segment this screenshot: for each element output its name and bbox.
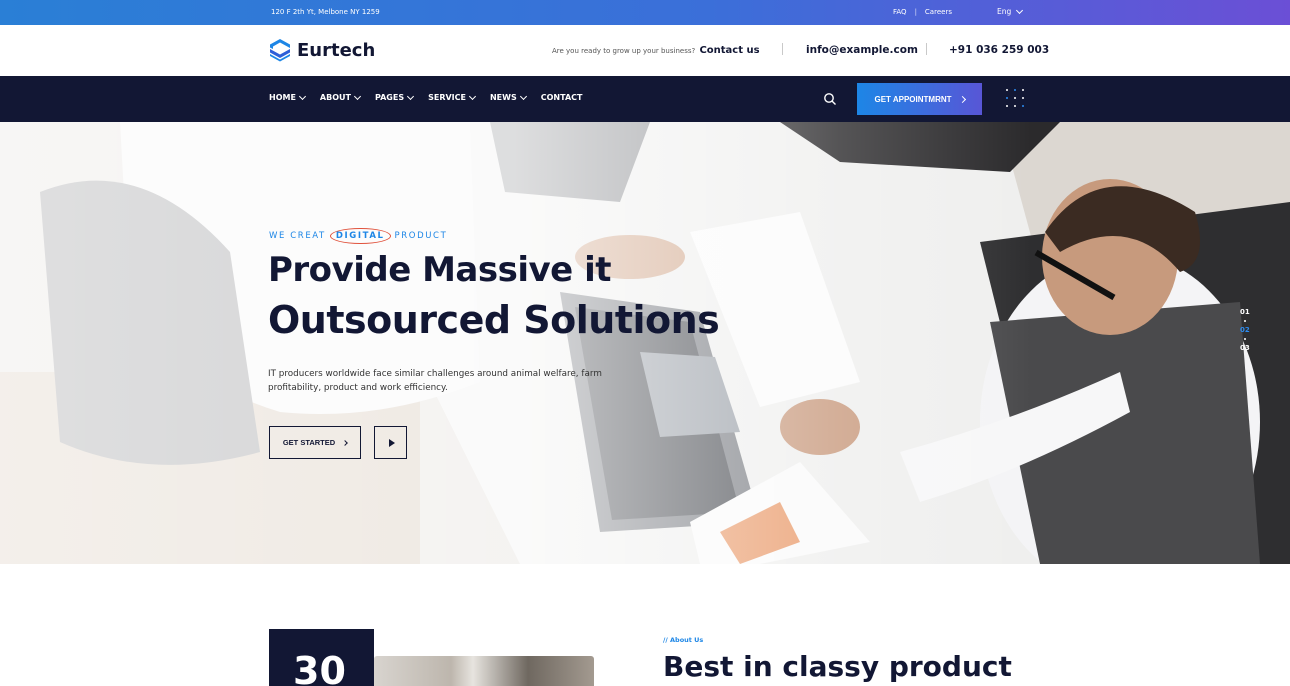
- tagline-highlight: DIGITAL: [329, 228, 391, 244]
- play-video-button[interactable]: [374, 426, 407, 459]
- search-icon[interactable]: [823, 92, 837, 106]
- nav-item-label: SERVICE: [428, 93, 466, 102]
- email-link[interactable]: info@example.com: [806, 44, 918, 56]
- chevron-down-icon: [407, 92, 415, 100]
- chevron-down-icon: [468, 92, 477, 100]
- header-divider: [782, 43, 783, 55]
- careers-link[interactable]: Careers: [925, 8, 952, 16]
- chevron-down-icon: [353, 92, 362, 100]
- top-links: FAQ | Careers: [893, 8, 952, 16]
- chevron-right-icon: [342, 439, 349, 446]
- nav-menu: HOME ABOUT PAGES SERVICE NEWS CONTACT: [269, 92, 597, 102]
- nav-item-service[interactable]: SERVICE: [428, 92, 477, 102]
- nav-item-label: HOME: [269, 93, 296, 102]
- address-text: 120 F 2th Yt, Melbone NY 1259: [271, 8, 380, 16]
- about-title: Best in classy product: [663, 650, 1012, 683]
- nav-item-label: NEWS: [489, 93, 517, 102]
- contact-question: Are you ready to grow up your business?: [552, 47, 696, 55]
- get-appointment-button[interactable]: GET APPOINTMRNT: [857, 83, 982, 115]
- phone-link[interactable]: +91 036 259 003: [949, 44, 1049, 56]
- top-bar: 120 F 2th Yt, Melbone NY 1259 FAQ | Care…: [0, 0, 1290, 25]
- logo[interactable]: Eurtech: [269, 38, 375, 62]
- header-divider: [926, 43, 927, 55]
- tagline-text: WE CREAT: [269, 231, 326, 241]
- pagination-dot: [1243, 320, 1246, 322]
- slide-indicator-2[interactable]: 02: [1240, 326, 1250, 334]
- contact-prompt: Are you ready to grow up your business? …: [552, 45, 760, 56]
- grid-dots-icon[interactable]: [1006, 89, 1026, 109]
- hero-tagline: WE CREAT DIGITAL PRODUCT: [269, 228, 447, 244]
- nav-item-news[interactable]: NEWS: [489, 92, 527, 102]
- contact-us-link[interactable]: Contact us: [699, 45, 759, 56]
- main-nav: HOME ABOUT PAGES SERVICE NEWS CONTACT GE…: [0, 76, 1290, 122]
- nav-item-contact[interactable]: CONTACT: [541, 93, 583, 102]
- tagline-text: PRODUCT: [394, 231, 448, 241]
- hero-description: IT producers worldwide face similar chal…: [268, 369, 602, 393]
- play-icon: [388, 438, 395, 447]
- nav-item-about[interactable]: ABOUT: [319, 92, 362, 102]
- hero-title-line1: Provide Massive it: [268, 250, 611, 290]
- faq-link[interactable]: FAQ: [893, 8, 907, 16]
- about-image: [374, 656, 594, 686]
- chevron-right-icon: [958, 95, 966, 103]
- nav-item-home[interactable]: HOME: [269, 92, 306, 102]
- nav-item-label: ABOUT: [319, 93, 351, 102]
- logo-icon: [270, 39, 290, 62]
- language-label: Eng: [997, 7, 1012, 16]
- experience-years: 30: [293, 649, 346, 686]
- appointment-label: GET APPOINTMRNT: [874, 94, 952, 104]
- slide-indicator-1[interactable]: 01: [1240, 308, 1250, 316]
- chevron-down-icon: [298, 92, 306, 100]
- nav-item-label: CONTACT: [540, 93, 583, 102]
- slide-indicator-3[interactable]: 03: [1240, 344, 1250, 352]
- logo-text: Eurtech: [297, 39, 376, 61]
- chevron-down-icon: [1016, 6, 1024, 14]
- nav-item-pages[interactable]: PAGES: [374, 92, 415, 102]
- hero-overlay: [0, 122, 1290, 564]
- chevron-down-icon: [519, 92, 527, 100]
- pagination-dot: [1243, 338, 1246, 340]
- hero-section: WE CREAT DIGITAL PRODUCT Provide Massive…: [0, 122, 1290, 564]
- get-started-label: GET STARTED: [282, 438, 336, 447]
- experience-years-box: 30: [269, 629, 374, 686]
- about-tag: // About Us: [663, 636, 704, 644]
- site-header: Eurtech Are you ready to grow up your bu…: [0, 25, 1290, 76]
- get-started-button[interactable]: GET STARTED: [269, 426, 361, 459]
- about-section: 30 // About Us Best in classy product: [0, 564, 1290, 686]
- slider-pagination: 01 02 03: [1240, 308, 1250, 352]
- top-separator: |: [914, 8, 917, 16]
- nav-item-label: PAGES: [374, 93, 405, 102]
- language-selector[interactable]: Eng: [997, 6, 1024, 16]
- hero-title-line2: Outsourced Solutions: [268, 298, 720, 342]
